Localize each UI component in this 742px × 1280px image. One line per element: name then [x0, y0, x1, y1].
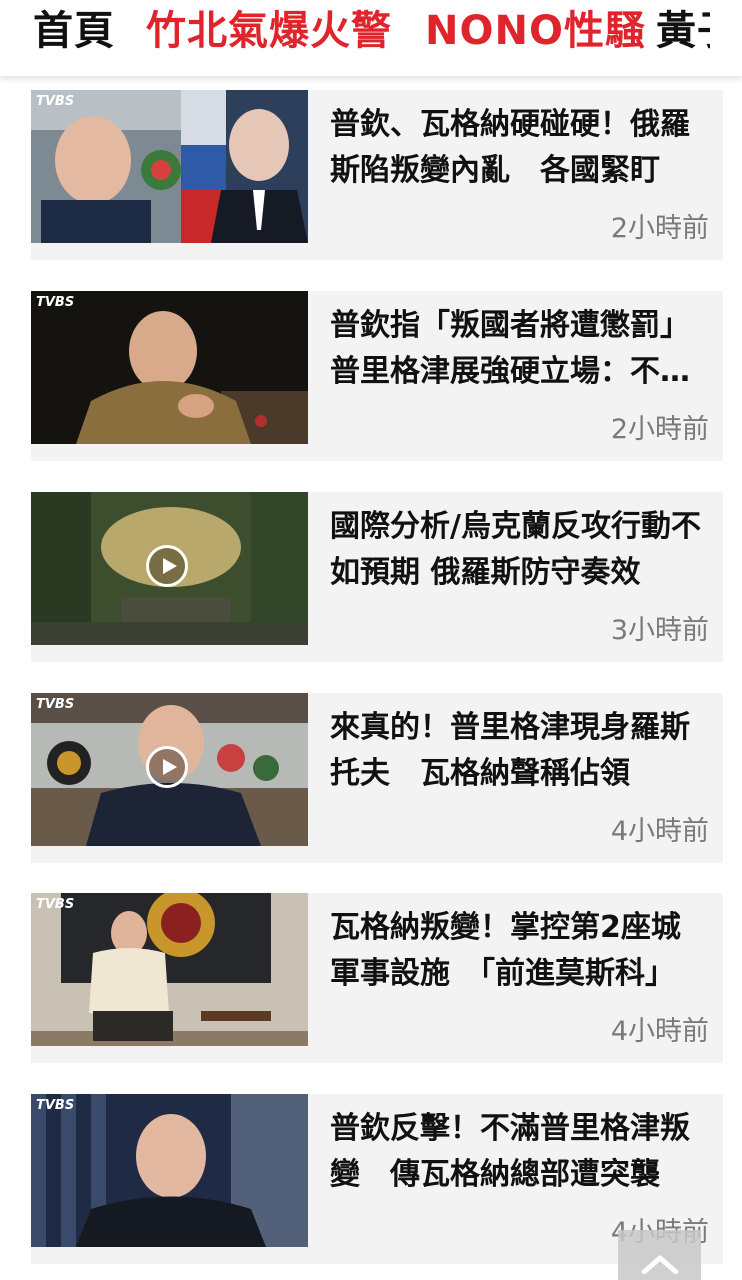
chevron-up-icon: [641, 1255, 678, 1274]
tvbs-logo: TVBS: [36, 295, 75, 310]
nav-fade: [710, 0, 742, 76]
nav-tab-hot-topic[interactable]: NONO性騷: [425, 0, 646, 62]
article-title[interactable]: 普欽反擊！不滿普里格津叛變 傳瓦格納總部遭突襲: [330, 1106, 710, 1198]
article-thumbnail[interactable]: TVBS: [31, 893, 308, 1046]
news-card[interactable]: TVBS 來真的！普里格津現身羅斯托夫 瓦格納聲稱佔領 4小時前: [31, 693, 723, 863]
article-title[interactable]: 來真的！普里格津現身羅斯托夫 瓦格納聲稱佔領: [330, 705, 710, 797]
thumbnail-image: [31, 90, 308, 243]
article-time: 4小時前: [610, 816, 709, 847]
tvbs-logo: TVBS: [36, 94, 75, 109]
article-title[interactable]: 普欽、瓦格納硬碰硬！俄羅斯陷叛變內亂 各國緊盯: [330, 102, 710, 194]
news-card[interactable]: TVBS 普欽指「叛國者將遭懲罰」普里格津展強硬立場：不會投降 2小時前: [31, 291, 723, 461]
news-card[interactable]: TVBS 普欽、瓦格納硬碰硬！俄羅斯陷叛變內亂 各國緊盯 2小時前: [31, 90, 723, 260]
article-thumbnail[interactable]: TVBS: [31, 1094, 308, 1247]
news-card[interactable]: TVBS 瓦格納叛變！掌控第2座城軍事設施 「前進莫斯科」 4小時前: [31, 893, 723, 1063]
tvbs-logo: TVBS: [36, 1098, 75, 1113]
article-time: 2小時前: [610, 414, 709, 445]
article-thumbnail[interactable]: TVBS: [31, 291, 308, 444]
article-title[interactable]: 瓦格納叛變！掌控第2座城軍事設施 「前進莫斯科」: [330, 905, 710, 997]
top-category-nav: 首頁 竹北氣爆火警 NONO性騷 黃子: [0, 0, 742, 76]
nav-tab-hot-topic[interactable]: 竹北氣爆火警: [146, 0, 392, 62]
article-title[interactable]: 國際分析/烏克蘭反攻行動不如預期 俄羅斯防守奏效: [330, 504, 710, 596]
play-icon[interactable]: [146, 746, 188, 788]
article-time: 2小時前: [610, 213, 709, 244]
article-thumbnail[interactable]: TVBS: [31, 693, 308, 846]
article-title[interactable]: 普欽指「叛國者將遭懲罰」普里格津展強硬立場：不會投降: [330, 303, 710, 395]
tvbs-logo: TVBS: [36, 897, 75, 912]
tvbs-logo: TVBS: [36, 697, 75, 712]
news-card[interactable]: 國際分析/烏克蘭反攻行動不如預期 俄羅斯防守奏效 3小時前: [31, 492, 723, 662]
thumbnail-image: [31, 1094, 308, 1247]
article-time: 4小時前: [610, 1016, 709, 1047]
thumbnail-image: [31, 893, 308, 1046]
back-to-top-button[interactable]: [618, 1230, 701, 1280]
thumbnail-image: [31, 291, 308, 444]
nav-tab-home[interactable]: 首頁: [33, 0, 115, 62]
article-time: 3小時前: [610, 615, 709, 646]
play-icon[interactable]: [146, 545, 188, 587]
article-thumbnail[interactable]: TVBS: [31, 90, 308, 243]
article-thumbnail[interactable]: [31, 492, 308, 645]
